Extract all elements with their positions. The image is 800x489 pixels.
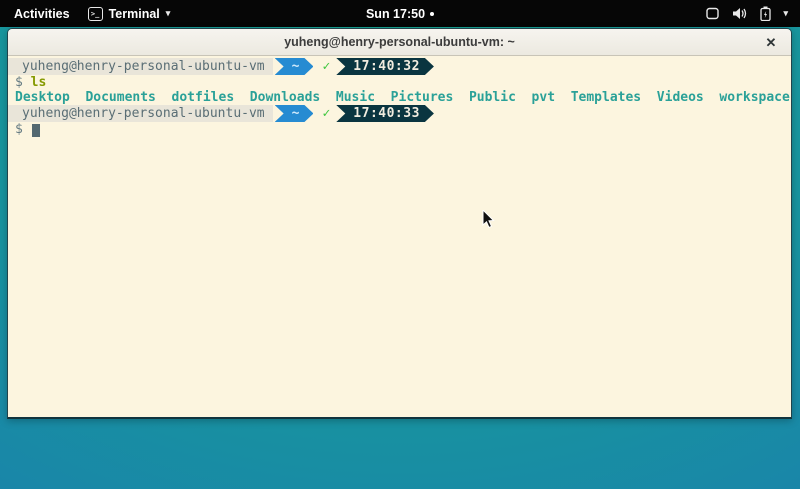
- prompt-user-host: yuheng@henry-personal-ubuntu-vm: [8, 58, 273, 75]
- input-line: $: [8, 122, 791, 137]
- command-text: ls: [31, 75, 47, 90]
- terminal-window: yuheng@henry-personal-ubuntu-vm: ~ ✕ yuh…: [7, 28, 792, 419]
- prompt-symbol: $: [15, 122, 23, 137]
- window-title: yuheng@henry-personal-ubuntu-vm: ~: [284, 35, 515, 49]
- prompt-path-segment: ~: [275, 105, 314, 122]
- close-button[interactable]: ✕: [760, 29, 782, 56]
- prompt-line: yuheng@henry-personal-ubuntu-vm ~ ✓ 17:4…: [8, 105, 791, 122]
- window-titlebar[interactable]: yuheng@henry-personal-ubuntu-vm: ~ ✕: [8, 29, 791, 56]
- text-cursor: [32, 124, 40, 137]
- volume-icon: [732, 7, 748, 20]
- battery-charging-icon: [760, 6, 771, 21]
- notification-dot: [430, 12, 434, 16]
- check-icon: ✓: [322, 106, 330, 121]
- prompt-line: yuheng@henry-personal-ubuntu-vm ~ ✓ 17:4…: [8, 58, 791, 75]
- activities-button[interactable]: Activities: [10, 5, 74, 23]
- app-menu-terminal[interactable]: >_ Terminal ▾: [88, 7, 171, 21]
- app-menu-label: Terminal: [109, 7, 160, 21]
- chevron-down-icon: ▾: [166, 8, 171, 19]
- prompt-timestamp: 17:40:32: [336, 58, 434, 75]
- prompt-symbol: $: [15, 75, 23, 90]
- check-icon: ✓: [322, 59, 330, 74]
- terminal-content[interactable]: yuheng@henry-personal-ubuntu-vm ~ ✓ 17:4…: [8, 56, 791, 417]
- system-status-area[interactable]: ▾: [705, 6, 800, 21]
- terminal-icon: >_: [88, 7, 103, 21]
- prompt-user-host: yuheng@henry-personal-ubuntu-vm: [8, 105, 273, 122]
- chevron-down-icon: ▾: [783, 8, 788, 19]
- network-icon: [705, 7, 720, 20]
- command-line: $ ls: [8, 75, 791, 90]
- ls-output: Desktop Documents dotfiles Downloads Mus…: [8, 90, 791, 105]
- prompt-timestamp: 17:40:33: [336, 105, 434, 122]
- prompt-path-segment: ~: [275, 58, 314, 75]
- top-bar: Activities >_ Terminal ▾ Sun 17:50: [0, 0, 800, 27]
- clock[interactable]: Sun 17:50: [366, 7, 425, 21]
